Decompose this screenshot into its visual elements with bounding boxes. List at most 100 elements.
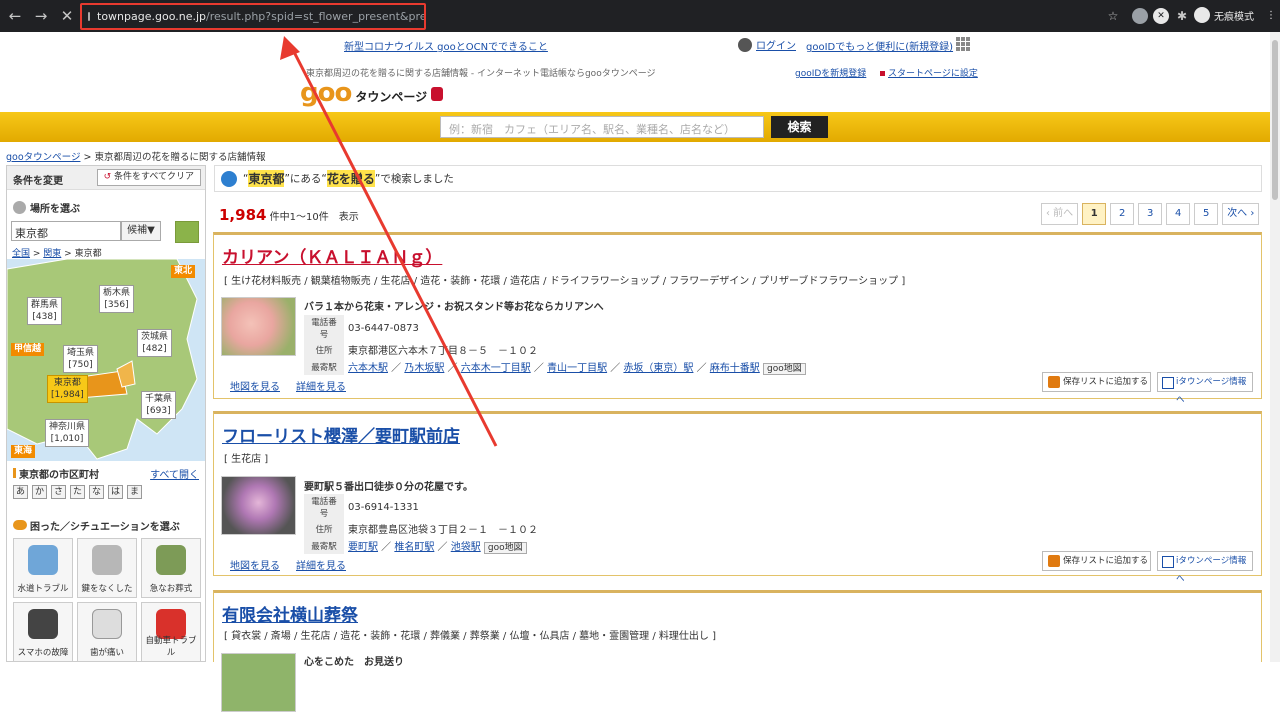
area-kanto-link[interactable]: 関東: [43, 249, 61, 259]
station-link[interactable]: 赤坂（東京）駅: [623, 363, 693, 374]
breadcrumb-home[interactable]: gooタウンページ: [6, 152, 80, 163]
clear-conditions-button[interactable]: ↺ 条件をすべてクリア: [96, 169, 201, 186]
region-map[interactable]: 東北 甲信越 東海 栃木県 [356] 群馬県 [438] 茨城県 [482] 埼玉県…: [7, 259, 205, 461]
pref-ibaraki[interactable]: 茨城県 [482]: [137, 329, 173, 357]
pager-page-3[interactable]: 3: [1138, 203, 1163, 225]
station-list: 要町駅 ／ 椎名町駅 ／ 池袋駅 goo地図: [344, 537, 542, 554]
save-list-button[interactable]: 保存リストに追加する: [1042, 372, 1151, 392]
view-map-link[interactable]: 地図を見る: [230, 378, 280, 393]
register-link[interactable]: gooIDを新規登録: [795, 66, 866, 79]
star-icon[interactable]: ☆: [1105, 8, 1121, 24]
station-link[interactable]: 乃木坂駅: [404, 363, 444, 374]
stop-icon[interactable]: ✕: [56, 5, 78, 27]
view-detail-link[interactable]: 詳細を見る: [296, 557, 346, 572]
logo-goo: goo: [300, 78, 352, 108]
pager-page-4[interactable]: 4: [1166, 203, 1191, 225]
tile-water-trouble[interactable]: 水道トラブル: [13, 538, 73, 598]
kana-ka[interactable]: か: [32, 485, 47, 499]
clear-label: 条件をすべてクリア: [113, 172, 194, 182]
goo-map-button[interactable]: goo地図: [762, 363, 806, 375]
pref-saitama[interactable]: 埼玉県 [750]: [63, 345, 99, 373]
kana-ha[interactable]: は: [108, 485, 123, 499]
shop-name-link[interactable]: フローリスト櫻澤／要町駅前店: [222, 422, 460, 447]
tokai-tag[interactable]: 東海: [11, 445, 36, 458]
area-all-link[interactable]: 全国: [12, 249, 30, 259]
station-link[interactable]: 六本木一丁目駅: [461, 363, 531, 374]
pref-kanagawa[interactable]: 神奈川県 [1,010]: [45, 419, 90, 447]
pager-page-2[interactable]: 2: [1110, 203, 1135, 225]
pager-prev: ‹ 前へ: [1041, 203, 1079, 225]
pref-chiba[interactable]: 千葉県 [693]: [141, 391, 177, 419]
station-list: 六本木駅 ／ 乃木坂駅 ／ 六本木一丁目駅 ／ 青山一丁目駅 ／ 赤坂（東京）駅…: [344, 358, 810, 375]
tile-car-trouble[interactable]: 自動車トラブル: [141, 602, 201, 662]
tile-label: スマホの故障: [17, 648, 69, 658]
shop-name-link[interactable]: 有限会社横山葬祭: [222, 601, 358, 626]
login-link[interactable]: ログイン: [738, 37, 796, 52]
kana-a[interactable]: あ: [13, 485, 28, 499]
scrollbar[interactable]: [1270, 32, 1280, 662]
forward-icon[interactable]: →: [30, 5, 52, 27]
view-detail-link[interactable]: 詳細を見る: [296, 378, 346, 393]
puzzle-icon[interactable]: ✱: [1174, 8, 1190, 24]
search-input[interactable]: 例：新宿 カフェ（エリア名、駅名、業種名、店名など）: [440, 116, 764, 138]
save-list-button[interactable]: 保存リストに追加する: [1042, 551, 1151, 571]
shop-name-link[interactable]: カリアン（ＫＡＬＩＡＮｇ）: [222, 243, 442, 268]
tile-lost-key[interactable]: 鍵をなくした: [77, 538, 137, 598]
pager-page-5[interactable]: 5: [1194, 203, 1219, 225]
filter-header: 条件を変更 ↺ 条件をすべてクリア: [7, 166, 205, 190]
tohoku-tag[interactable]: 東北: [171, 265, 196, 278]
tile-phone-repair[interactable]: スマホの故障: [13, 602, 73, 662]
kana-ma[interactable]: ま: [127, 485, 142, 499]
result-count-number: 1,984: [219, 206, 267, 224]
pager-next[interactable]: 次へ ›: [1222, 203, 1260, 225]
itownpage-info-button[interactable]: iタウンページ情報へ: [1157, 551, 1253, 584]
tile-toothache[interactable]: 歯が痛い: [77, 602, 137, 662]
shop-thumbnail[interactable]: [221, 297, 296, 356]
menu-icon[interactable]: ⋮: [1266, 10, 1276, 21]
pref-tochigi[interactable]: 栃木県 [356]: [99, 285, 135, 313]
pref-tokyo[interactable]: 東京都 [1,984]: [47, 375, 88, 403]
station-link[interactable]: 青山一丁目駅: [547, 363, 607, 374]
login-label: ログイン: [756, 41, 796, 52]
view-map-link[interactable]: 地図を見る: [230, 557, 280, 572]
station-link[interactable]: 六本木駅: [348, 363, 388, 374]
extension-icon[interactable]: [1132, 8, 1148, 24]
faucet-icon: [28, 545, 58, 575]
shop-thumbnail[interactable]: [221, 476, 296, 535]
area-tokyo: 東京都: [74, 249, 102, 259]
kana-na[interactable]: な: [89, 485, 104, 499]
goo-map-button[interactable]: goo地図: [483, 542, 527, 554]
station-link[interactable]: 麻布十番駅: [710, 363, 760, 374]
tel-value: 03-6914-1331: [348, 501, 419, 513]
place-input[interactable]: 東京都: [11, 221, 121, 241]
address-bar[interactable]: townpage.goo.ne.jp/result.php?spid=st_fl…: [80, 3, 426, 30]
candidates-button[interactable]: 候補▼: [121, 221, 161, 241]
current-location-button[interactable]: [175, 221, 199, 243]
url-host: townpage.goo.ne.jp: [97, 10, 207, 23]
itownpage-info-button[interactable]: iタウンページ情報へ: [1157, 372, 1253, 405]
koshinetsu-tag[interactable]: 甲信越: [11, 343, 45, 356]
search-summary: “東京都 ”にある“ 花を贈る ”で検索しました: [214, 165, 1262, 192]
covid-notice-link[interactable]: 新型コロナウイルス gooとOCNでできること: [344, 38, 548, 53]
scrollbar-thumb[interactable]: [1272, 40, 1278, 200]
back-icon[interactable]: ←: [4, 5, 26, 27]
station-link[interactable]: 椎名町駅: [394, 542, 434, 553]
logo[interactable]: goo タウンページ: [300, 78, 444, 108]
filter-panel: 条件を変更 ↺ 条件をすべてクリア 場所を選ぶ 東京都 候補▼ 全国 > 関東 …: [6, 165, 206, 662]
city-heading: 東京都の市区町村: [13, 466, 99, 481]
kana-ta[interactable]: た: [70, 485, 85, 499]
incognito-badge[interactable]: 无痕模式 ⋮: [1194, 7, 1276, 23]
station-link[interactable]: 池袋駅: [451, 542, 481, 553]
extension-x-icon[interactable]: ✕: [1153, 8, 1169, 24]
city-expand-all-link[interactable]: すべて開く: [150, 466, 199, 481]
search-button[interactable]: 検索: [771, 116, 828, 138]
kana-sa[interactable]: さ: [51, 485, 66, 499]
gooid-link[interactable]: gooIDでもっと便利に(新規登録): [806, 38, 953, 53]
station-link[interactable]: 要町駅: [348, 542, 378, 553]
tile-funeral[interactable]: 急なお葬式: [141, 538, 201, 598]
tel-label: 電話番号: [304, 494, 344, 520]
apps-grid-icon[interactable]: [956, 37, 970, 51]
address-label: 住所: [304, 520, 344, 537]
startpage-link[interactable]: スタートページに設定: [880, 66, 978, 79]
pref-gunma[interactable]: 群馬県 [438]: [27, 297, 63, 325]
